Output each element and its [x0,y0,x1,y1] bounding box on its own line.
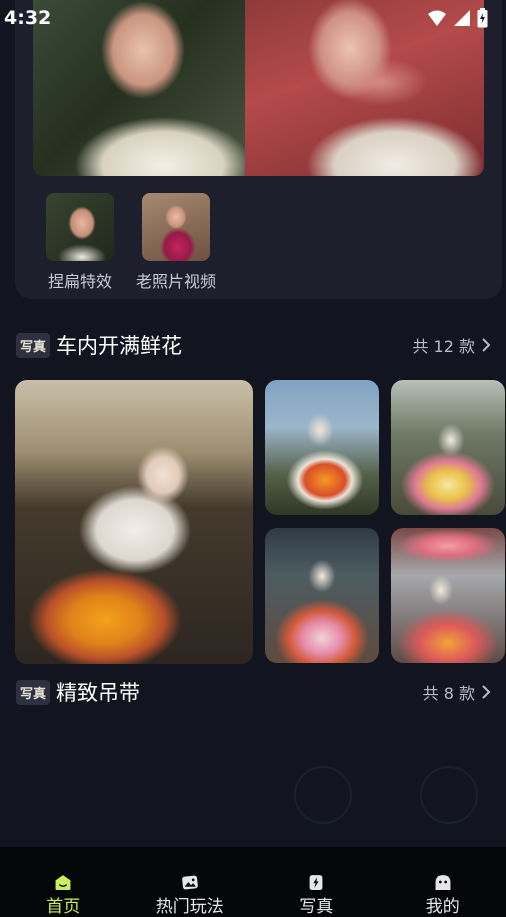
template-card[interactable] [391,528,505,663]
section-count-text: 共 8 款 [422,684,475,703]
loading-placeholder-ring [420,766,478,824]
bottom-tab-bar: 首页 热门玩法 写真 我的 [0,847,506,917]
tool-old-photo-thumbnail [142,193,210,261]
template-card-large[interactable] [15,380,253,664]
tool-label: 捏扁特效 [47,272,112,291]
section-tag: 写真 [16,679,51,705]
section-header[interactable]: 写真 车内开满鲜花 共 12 款 [16,330,491,360]
status-time: 4:32 [4,7,52,29]
section-tag: 写真 [16,332,51,358]
tab-label: 写真 [299,897,334,917]
battery-icon [477,8,488,28]
tab-home[interactable]: 首页 [18,847,108,917]
section-header[interactable]: 写真 精致吊带 共 8 款 [16,677,491,707]
signal-icon [454,10,470,26]
tool-label: 老照片视频 [136,272,217,291]
tab-label: 热门玩法 [155,897,224,917]
tab-profile[interactable]: 我的 [398,847,488,917]
section-title: 车内开满鲜花 [56,334,183,358]
tab-label: 我的 [425,897,460,917]
tool-old-photo-video[interactable]: 老照片视频 [136,193,216,292]
bolt-icon [309,875,323,890]
image-icon [181,875,198,890]
template-card[interactable] [265,528,379,663]
tool-list: 捏扁特效 老照片视频 [44,193,216,292]
status-bar: 4:32 [0,0,506,36]
tab-label: 首页 [46,897,81,917]
section-count-text: 共 12 款 [412,337,475,356]
loading-placeholder-ring [294,766,352,824]
wifi-icon [428,10,446,26]
tab-hot-features[interactable]: 热门玩法 [145,847,235,917]
section-count[interactable]: 共 12 款 [412,333,491,357]
template-card[interactable] [265,380,379,515]
tool-squash-effect[interactable]: 捏扁特效 [44,193,116,292]
tool-squash-thumbnail [46,193,114,261]
section-title: 精致吊带 [56,681,141,705]
section-count[interactable]: 共 8 款 [423,680,491,704]
profile-icon [435,875,451,890]
chevron-right-icon [482,685,491,699]
tab-portrait[interactable]: 写真 [271,847,361,917]
chevron-right-icon [482,338,491,352]
home-icon [55,875,71,890]
template-card[interactable] [391,380,505,515]
